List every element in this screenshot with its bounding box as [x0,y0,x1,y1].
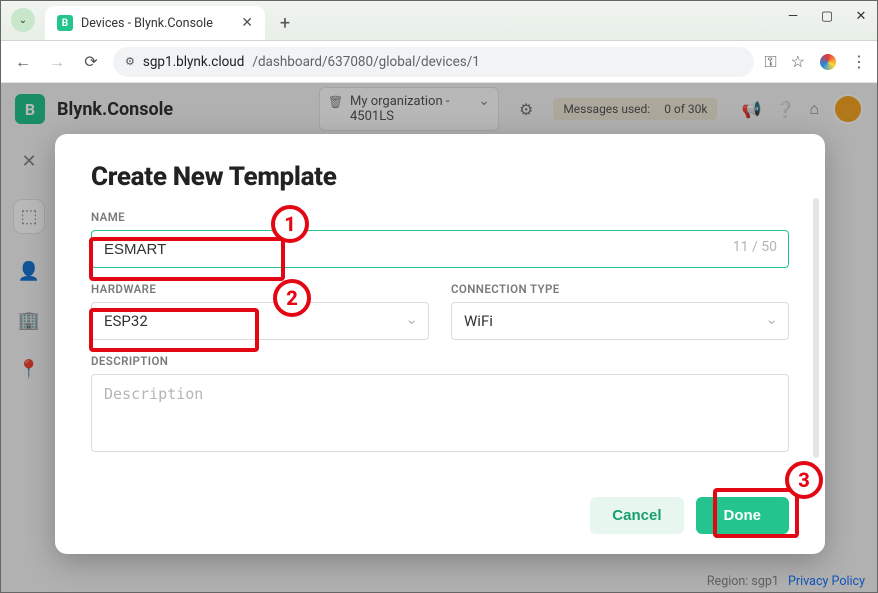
modal-scrollbar[interactable] [813,198,819,458]
back-button[interactable]: ← [11,50,35,74]
bookmark-icon[interactable]: ☆ [791,52,805,71]
site-info-icon[interactable]: ⚙ [125,55,135,68]
url-domain: sgp1.blynk.cloud [143,54,245,70]
tabsearch-button[interactable]: ⌄ [11,8,35,32]
connection-label: CONNECTION TYPE [451,282,789,296]
create-template-modal: Create New Template NAME 11 / 50 HARDWAR… [55,134,825,554]
minimize-icon[interactable]: — [785,9,801,24]
name-input[interactable] [91,230,789,268]
password-icon[interactable]: ⚿ [764,52,776,72]
maximize-icon[interactable]: ▢ [819,9,835,24]
url-path: /dashboard/637080/global/devices/1 [252,54,479,70]
new-tab-button[interactable]: + [271,9,299,37]
cancel-button[interactable]: Cancel [590,497,683,534]
hardware-select[interactable]: ESP32 [91,302,429,340]
kebab-menu-icon[interactable]: ⋮ [851,52,867,71]
browser-tabstrip: ⌄ B Devices - Blynk.Console ✕ + — ▢ ✕ [1,1,877,41]
address-bar[interactable]: ⚙ sgp1.blynk.cloud/dashboard/637080/glob… [113,47,754,77]
modal-title: Create New Template [91,162,789,192]
description-textarea[interactable] [91,374,789,452]
extension-icon[interactable] [819,53,837,71]
tab-title: Devices - Blynk.Console [81,16,213,31]
name-char-count: 11 / 50 [733,239,777,255]
done-button[interactable]: Done [696,497,790,534]
reload-button[interactable]: ⟳ [79,50,103,74]
browser-toolbar: ← → ⟳ ⚙ sgp1.blynk.cloud/dashboard/63708… [1,41,877,83]
hardware-label: HARDWARE [91,282,429,296]
connection-select[interactable]: WiFi [451,302,789,340]
tab-favicon: B [57,15,73,31]
description-label: DESCRIPTION [91,354,789,368]
forward-button[interactable]: → [45,50,69,74]
browser-tab[interactable]: B Devices - Blynk.Console ✕ [45,6,265,40]
window-controls: — ▢ ✕ [785,9,869,24]
close-window-icon[interactable]: ✕ [853,9,869,24]
name-label: NAME [91,210,789,224]
close-tab-icon[interactable]: ✕ [241,15,253,31]
